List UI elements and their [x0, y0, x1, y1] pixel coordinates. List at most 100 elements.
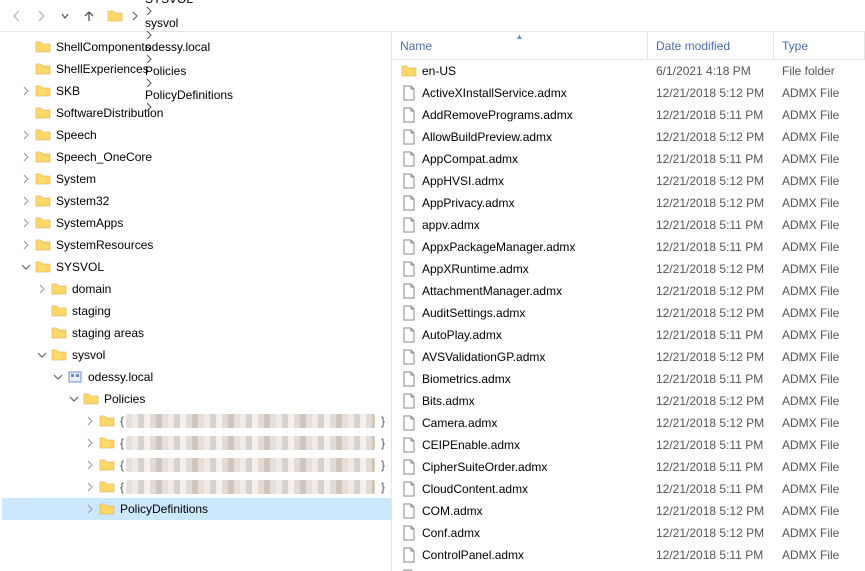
file-name: Camera.admx [422, 416, 497, 430]
chevron-right-icon[interactable] [18, 130, 34, 140]
chevron-right-icon[interactable] [18, 218, 34, 228]
list-item[interactable]: Biometrics.admx12/21/2018 5:11 PMADMX Fi… [392, 368, 865, 390]
tree-item[interactable]: SystemApps [2, 212, 391, 234]
list-item[interactable]: ControlPanel.admx12/21/2018 5:11 PMADMX … [392, 544, 865, 566]
tree-item[interactable]: PolicyDefinitions [2, 498, 391, 520]
chevron-down-icon[interactable] [66, 395, 82, 403]
tree-item[interactable]: staging [2, 300, 391, 322]
list-item[interactable]: CEIPEnable.admx12/21/2018 5:11 PMADMX Fi… [392, 434, 865, 456]
tree-item[interactable]: Speech [2, 124, 391, 146]
file-icon [400, 106, 418, 124]
column-name[interactable]: Name▲ [392, 32, 648, 59]
tree-item[interactable]: odessy.local [2, 366, 391, 388]
list-item[interactable]: AttachmentManager.admx12/21/2018 5:12 PM… [392, 280, 865, 302]
tree-item[interactable]: sysvol [2, 344, 391, 366]
forward-button[interactable] [30, 5, 52, 27]
chevron-right-icon[interactable] [82, 460, 98, 470]
file-date: 12/21/2018 5:12 PM [648, 394, 774, 408]
list-item[interactable]: ActiveXInstallService.admx12/21/2018 5:1… [392, 82, 865, 104]
list-item[interactable]: AppxPackageManager.admx12/21/2018 5:11 P… [392, 236, 865, 258]
column-date[interactable]: Date modified [648, 32, 774, 59]
redacted-label [126, 414, 375, 428]
tree-item[interactable]: domain [2, 278, 391, 300]
chevron-right-icon[interactable] [18, 152, 34, 162]
list-item[interactable]: COM.admx12/21/2018 5:12 PMADMX File [392, 500, 865, 522]
chevron-down-icon[interactable] [18, 263, 34, 271]
back-button[interactable] [6, 5, 28, 27]
list-item[interactable]: CloudContent.admx12/21/2018 5:11 PMADMX … [392, 478, 865, 500]
tree-item[interactable]: SystemResources [2, 234, 391, 256]
chevron-down-icon[interactable] [50, 373, 66, 381]
file-name: AVSValidationGP.admx [422, 350, 545, 364]
list-item[interactable]: AddRemovePrograms.admx12/21/2018 5:11 PM… [392, 104, 865, 126]
file-icon [400, 84, 418, 102]
chevron-right-icon[interactable] [18, 174, 34, 184]
tree-item[interactable]: {} [2, 432, 391, 454]
tree-item-label: staging areas [72, 326, 144, 340]
tree-item[interactable]: Policies [2, 388, 391, 410]
chevron-right-icon[interactable] [142, 6, 156, 16]
recent-dropdown[interactable] [54, 5, 76, 27]
folder-icon [34, 104, 52, 122]
file-icon [400, 524, 418, 542]
chevron-right-icon[interactable] [18, 240, 34, 250]
file-name: AllowBuildPreview.admx [422, 130, 552, 144]
tree-item[interactable]: System [2, 168, 391, 190]
file-type: ADMX File [774, 262, 865, 276]
list-item[interactable]: AutoPlay.admx12/21/2018 5:11 PMADMX File [392, 324, 865, 346]
list-item[interactable]: CipherSuiteOrder.admx12/21/2018 5:11 PMA… [392, 456, 865, 478]
file-type: ADMX File [774, 526, 865, 540]
tree-item[interactable]: SYSVOL [2, 256, 391, 278]
file-icon [400, 392, 418, 410]
file-name: AppXRuntime.admx [422, 262, 529, 276]
list-item[interactable]: AppCompat.admx12/21/2018 5:11 PMADMX Fil… [392, 148, 865, 170]
file-list[interactable]: Name▲ Date modified Type en-US6/1/2021 4… [392, 32, 865, 571]
file-date: 12/21/2018 5:11 PM [648, 548, 774, 562]
tree-item[interactable]: Speech_OneCore [2, 146, 391, 168]
file-icon [400, 194, 418, 212]
breadcrumb[interactable]: This PCWindows (C:)WindowsSYSVOLsysvolod… [102, 4, 859, 28]
file-type: ADMX File [774, 108, 865, 122]
chevron-right-icon[interactable] [82, 504, 98, 514]
tree-item-label: Speech_OneCore [56, 150, 152, 164]
domain-icon [66, 368, 84, 386]
chevron-right-icon[interactable] [18, 196, 34, 206]
file-icon [400, 216, 418, 234]
list-item[interactable]: Camera.admx12/21/2018 5:12 PMADMX File [392, 412, 865, 434]
tree-item[interactable]: System32 [2, 190, 391, 212]
chevron-right-icon[interactable] [82, 416, 98, 426]
breadcrumb-item[interactable]: sysvol [142, 16, 181, 30]
list-item[interactable]: Conf.admx12/21/2018 5:12 PMADMX File [392, 522, 865, 544]
list-item[interactable]: ControlPanelDisplay.admx12/21/2018 5:11 … [392, 566, 865, 571]
list-item[interactable]: AppHVSI.admx12/21/2018 5:12 PMADMX File [392, 170, 865, 192]
tree-item[interactable]: ShellComponents [2, 36, 391, 58]
tree-item-label: Policies [104, 392, 145, 406]
tree-item[interactable]: {} [2, 476, 391, 498]
tree-item[interactable]: {} [2, 410, 391, 432]
chevron-right-icon[interactable] [82, 482, 98, 492]
chevron-right-icon[interactable] [18, 86, 34, 96]
up-button[interactable] [78, 5, 100, 27]
list-item[interactable]: AVSValidationGP.admx12/21/2018 5:12 PMAD… [392, 346, 865, 368]
tree-item[interactable]: ShellExperiences [2, 58, 391, 80]
chevron-down-icon[interactable] [34, 351, 50, 359]
folder-tree[interactable]: ShellComponentsShellExperiencesSKBSoftwa… [0, 32, 391, 571]
tree-item[interactable]: SKB [2, 80, 391, 102]
column-type[interactable]: Type [774, 32, 865, 59]
list-item[interactable]: AppPrivacy.admx12/21/2018 5:12 PMADMX Fi… [392, 192, 865, 214]
list-item[interactable]: Bits.admx12/21/2018 5:12 PMADMX File [392, 390, 865, 412]
file-date: 12/21/2018 5:11 PM [648, 482, 774, 496]
list-item[interactable]: AuditSettings.admx12/21/2018 5:12 PMADMX… [392, 302, 865, 324]
chevron-right-icon[interactable] [128, 11, 142, 21]
chevron-right-icon[interactable] [34, 284, 50, 294]
folder-icon [34, 258, 52, 276]
tree-item[interactable]: SoftwareDistribution [2, 102, 391, 124]
list-item[interactable]: appv.admx12/21/2018 5:11 PMADMX File [392, 214, 865, 236]
tree-item[interactable]: staging areas [2, 322, 391, 344]
chevron-right-icon[interactable] [82, 438, 98, 448]
list-item[interactable]: AllowBuildPreview.admx12/21/2018 5:12 PM… [392, 126, 865, 148]
file-type: File folder [774, 64, 865, 78]
list-item[interactable]: AppXRuntime.admx12/21/2018 5:12 PMADMX F… [392, 258, 865, 280]
tree-item[interactable]: {} [2, 454, 391, 476]
list-item[interactable]: en-US6/1/2021 4:18 PMFile folder [392, 60, 865, 82]
